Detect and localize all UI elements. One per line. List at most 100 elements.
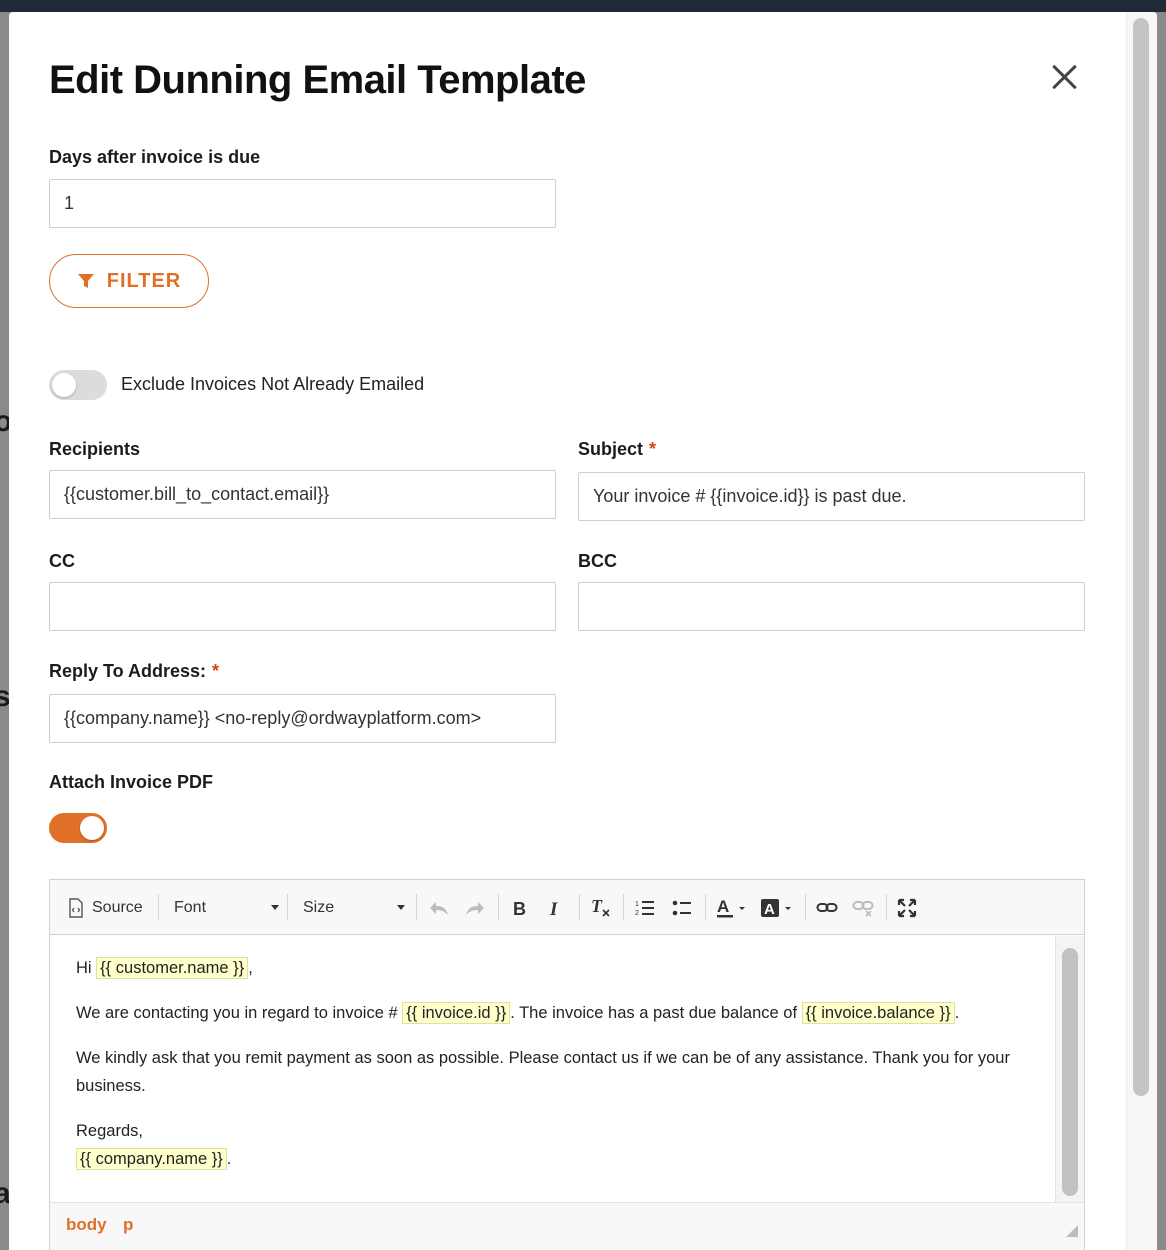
placeholder-tag: {{ invoice.balance }} [801,1002,955,1024]
maximize-button[interactable] [897,880,917,935]
font-dropdown-label: Font [174,898,207,916]
placeholder-tag: {{ invoice.id }} [402,1002,511,1024]
font-dropdown[interactable]: Font [174,880,279,935]
bold-button[interactable]: B [512,880,528,935]
bulleted-list-button[interactable] [672,880,692,935]
app-top-bar [0,0,1166,12]
attach-pdf-label: Attach Invoice PDF [49,772,214,792]
attach-pdf-toggle[interactable] [49,813,107,843]
greeting-paragraph: Hi {{ customer.name }}, [76,954,1028,982]
regards-text: Regards, [76,1122,143,1140]
toolbar-separator [498,894,499,920]
toolbar-separator [623,894,624,920]
bcc-label: BCC [578,551,617,571]
invoice-text-mid: . The invoice has a past due balance of [510,1004,802,1022]
toolbar-separator [158,894,159,920]
chevron-down-icon [271,905,279,910]
remove-format-button[interactable]: T [590,880,612,935]
recipients-label: Recipients [49,439,141,459]
bcc-input[interactable] [578,582,1085,631]
background-page-edge-right [1156,12,1166,1250]
svg-text:A: A [717,897,729,916]
invoice-text: We are contacting you in regard to invoi… [76,1004,403,1022]
exclude-invoices-toggle[interactable] [49,370,107,400]
toggle-knob [52,373,76,397]
subject-label-text: Subject [578,439,644,459]
placeholder-tag: {{ company.name }} [76,1148,227,1170]
unlink-button[interactable] [852,880,874,935]
redo-button[interactable] [464,880,486,935]
undo-icon [430,901,448,915]
toolbar-separator [805,894,806,920]
numbered-list-icon: 1 2 [635,900,654,917]
invoice-text-suffix: . [954,1004,960,1022]
recipients-input[interactable] [49,470,556,519]
redo-icon [466,901,484,915]
filter-button-label: FILTER [106,269,182,292]
greeting-suffix: , [248,959,253,977]
exclude-invoices-label: Exclude Invoices Not Already Emailed [121,374,425,394]
signature-suffix: . [226,1150,232,1168]
reply-to-label-text: Reply To Address: [49,661,207,681]
chevron-down-icon [397,905,405,910]
undo-button[interactable] [428,880,450,935]
svg-text:B: B [513,899,526,917]
placeholder-tag: {{ customer.name }} [96,957,249,979]
path-element-p[interactable]: p [123,1215,133,1235]
text-color-icon: A [717,897,745,917]
subject-label: Subject * [578,439,656,460]
size-dropdown[interactable]: Size [303,880,405,935]
required-marker: * [649,439,657,459]
toolbar-separator [579,894,580,920]
required-marker: * [212,661,220,681]
close-icon[interactable] [1045,58,1085,98]
text-color-button[interactable]: A [716,880,748,935]
path-element-body[interactable]: body [66,1215,107,1235]
cc-label: CC [49,551,75,571]
editor-scrollbar[interactable] [1062,948,1078,1196]
svg-text:I: I [549,899,558,917]
svg-text:2: 2 [635,910,639,917]
filter-button[interactable]: FILTER [49,254,209,308]
reply-to-input[interactable] [49,694,556,743]
size-dropdown-label: Size [303,898,335,916]
bulleted-list-icon [672,900,691,915]
signature-paragraph: Regards, {{ company.name }}. [76,1117,1028,1173]
maximize-icon [897,898,917,917]
link-icon [816,902,838,912]
editor-statusbar: body p [50,1202,1084,1250]
source-button[interactable]: Source [68,880,143,935]
cc-input[interactable] [49,582,556,631]
subject-input[interactable] [578,472,1085,521]
modal-title: Edit Dunning Email Template [49,58,586,102]
unlink-icon [852,900,874,917]
toolbar-separator [886,894,887,920]
source-icon [69,897,83,918]
days-after-input[interactable] [49,179,556,228]
reply-to-label: Reply To Address: * [49,661,219,682]
filter-icon [77,274,94,288]
remove-format-icon: T [591,897,610,917]
request-paragraph: We kindly ask that you remit payment as … [76,1049,1010,1095]
email-body-editor: Source Font Size B I T 1 2 A A Hi {{cus… [49,879,1085,1250]
background-color-button[interactable]: A [760,880,796,935]
link-button[interactable] [816,880,838,935]
italic-icon: I [549,899,558,917]
numbered-list-button[interactable]: 1 2 [635,880,655,935]
source-label: Source [92,898,143,916]
resize-grip-icon[interactable] [1066,1225,1078,1237]
days-after-label: Days after invoice is due [49,147,261,167]
svg-text:1: 1 [635,901,639,908]
editor-content-area[interactable]: Hi {{ customer.name }}, We are contactin… [50,936,1054,1202]
svg-text:T: T [591,897,603,916]
toolbar-separator [287,894,288,920]
bold-icon: B [513,899,526,917]
italic-button[interactable]: I [548,880,564,935]
toolbar-separator [416,894,417,920]
background-color-icon: A [761,898,791,918]
edit-template-modal: Edit Dunning Email Template Days after i… [9,12,1157,1250]
invoice-paragraph: We are contacting you in regard to invoi… [76,999,1028,1027]
modal-scrollbar[interactable] [1133,18,1149,1096]
editor-toolbar: Source Font Size B I T 1 2 A A [50,880,1084,935]
greeting-text: Hi [76,959,97,977]
